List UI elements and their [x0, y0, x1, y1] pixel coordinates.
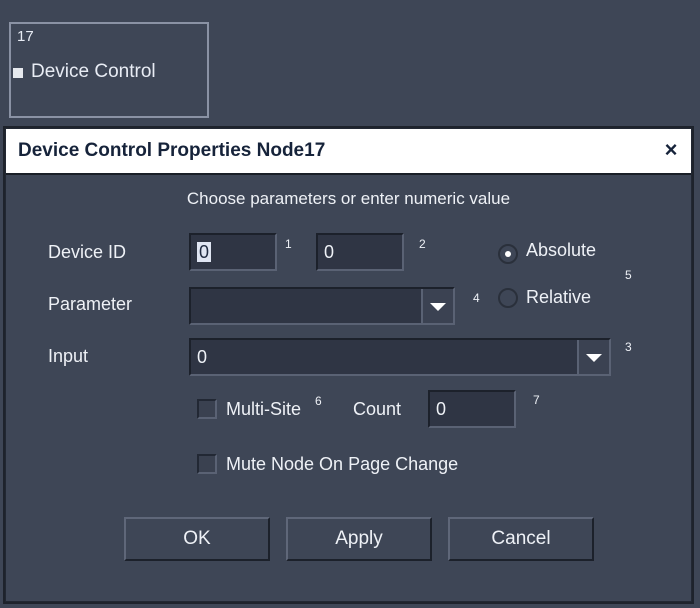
chevron-down-icon[interactable] [577, 340, 609, 374]
chevron-down-icon[interactable] [421, 289, 453, 323]
dialog-titlebar[interactable]: Device Control Properties Node17 × [6, 129, 691, 175]
count-value: 0 [436, 399, 447, 419]
multi-site-checkbox[interactable] [197, 399, 217, 419]
count-field[interactable]: 0 [428, 390, 516, 428]
input-label: Input [48, 346, 89, 366]
properties-dialog: Device Control Properties Node17 × Choos… [5, 128, 692, 602]
multi-site-index: 6 [315, 394, 322, 408]
input-index: 3 [625, 340, 632, 354]
dialog-title: Device Control Properties Node17 [18, 140, 326, 161]
mode-index: 5 [625, 268, 632, 282]
node-input-port[interactable] [13, 68, 23, 78]
mute-node-checkbox[interactable] [197, 454, 217, 474]
device-id-label: Device ID [48, 242, 127, 262]
close-icon[interactable]: × [659, 138, 683, 162]
input-dropdown[interactable]: 0 [189, 338, 611, 376]
relative-label: Relative [526, 287, 592, 307]
ok-button[interactable]: OK [124, 517, 270, 561]
parameter-dropdown[interactable] [189, 287, 455, 325]
mute-node-label: Mute Node On Page Change [226, 454, 459, 474]
device-id-field-2[interactable]: 0 [316, 233, 404, 271]
device-id-field-1[interactable]: 0 [189, 233, 277, 271]
absolute-label: Absolute [526, 240, 597, 260]
multi-site-label: Multi-Site [226, 399, 302, 419]
device-id-index-2: 2 [419, 237, 426, 251]
parameter-label: Parameter [48, 294, 133, 314]
apply-button[interactable]: Apply [286, 517, 432, 561]
count-label: Count [353, 399, 402, 419]
node-number: 17 [17, 28, 34, 45]
device-id-value-2: 0 [324, 242, 335, 262]
device-id-index-1: 1 [285, 237, 292, 251]
device-id-value-1: 0 [197, 242, 212, 262]
instruction-text: Choose parameters or enter numeric value [186, 189, 511, 208]
count-index: 7 [533, 393, 540, 407]
absolute-radio[interactable] [498, 244, 518, 264]
cancel-button[interactable]: Cancel [448, 517, 594, 561]
input-value: 0 [197, 347, 208, 367]
relative-radio[interactable] [498, 288, 518, 308]
device-control-node[interactable]: 17 Device Control [9, 22, 209, 118]
node-label: Device Control [31, 61, 156, 82]
parameter-index: 4 [473, 291, 480, 305]
